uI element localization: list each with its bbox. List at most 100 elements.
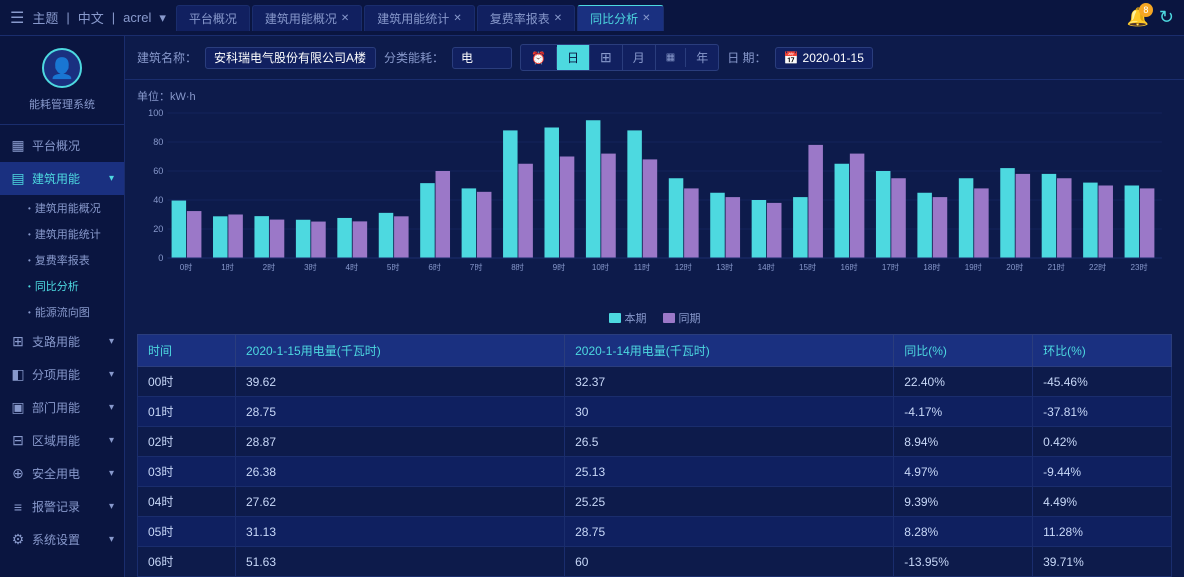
sidebar-item-区域用能[interactable]: ⊟区域用能▾	[0, 424, 124, 457]
table-cell-yoy: 8.94%	[894, 427, 1033, 457]
legend-current: 本期	[609, 310, 647, 326]
svg-text:1时: 1时	[221, 262, 234, 272]
sidebar-item-label: 区域用能	[32, 432, 80, 449]
table-cell-previous: 25.25	[565, 487, 894, 517]
svg-text:22时: 22时	[1089, 262, 1106, 272]
table-cell-mom: -45.46%	[1033, 367, 1172, 397]
nav-tab[interactable]: 建筑用能概况 ✕	[252, 5, 362, 31]
svg-text:8时: 8时	[511, 262, 524, 272]
sidebar-item-安全用电[interactable]: ⊕安全用电▾	[0, 457, 124, 490]
sidebar-item-支路用能[interactable]: ⊞支路用能▾	[0, 325, 124, 358]
sidebar-icon: ⚙	[10, 531, 26, 548]
tab-close-icon[interactable]: ✕	[453, 13, 461, 24]
sidebar-item-label: 支路用能	[32, 333, 80, 350]
category-label: 分类能耗：	[384, 49, 444, 66]
category-select[interactable]: 电	[452, 47, 512, 69]
sidebar-sub-item-同比分析[interactable]: 同比分析	[0, 273, 124, 299]
building-select[interactable]: 安科瑞电气股份有限公司A楼	[205, 47, 376, 69]
table-cell-yoy: -13.95%	[894, 547, 1033, 577]
nav-tab[interactable]: 复费率报表 ✕	[477, 5, 575, 31]
year-icon-btn[interactable]: ▦	[656, 48, 686, 67]
table-cell-mom: -37.81%	[1033, 397, 1172, 427]
sidebar-sub-item-复费率报表[interactable]: 复费率报表	[0, 247, 124, 273]
svg-text:11时: 11时	[634, 262, 651, 272]
table-row: 04时27.6225.259.39%4.49%	[138, 487, 1172, 517]
svg-text:5时: 5时	[387, 262, 400, 272]
expand-icon: ▾	[109, 501, 114, 512]
table-header-cell: 时间	[138, 335, 236, 367]
week-btn[interactable]: ⊞	[590, 45, 623, 70]
expand-icon: ▾	[109, 369, 114, 380]
date-picker[interactable]: 📅 2020-01-15	[775, 47, 873, 69]
tab-close-icon[interactable]: ✕	[642, 13, 650, 24]
sidebar-item-系统设置[interactable]: ⚙系统设置▾	[0, 523, 124, 556]
notification-badge[interactable]: 🔔 8	[1126, 7, 1148, 28]
day-btn[interactable]: 日	[557, 45, 590, 70]
nav-tab-label: 复费率报表	[490, 10, 550, 27]
tab-close-icon[interactable]: ✕	[554, 13, 562, 24]
svg-text:40: 40	[153, 195, 163, 205]
lang-label[interactable]: 中文	[78, 8, 104, 27]
nav-tab-label: 同比分析	[590, 10, 638, 27]
year-btn[interactable]: 年	[686, 45, 718, 70]
table-cell-current: 28.87	[235, 427, 564, 457]
svg-text:6时: 6时	[428, 262, 441, 272]
svg-text:3时: 3时	[304, 262, 317, 272]
month-btn[interactable]: 月	[623, 45, 656, 70]
table-header-cell: 同比(%)	[894, 335, 1033, 367]
sidebar-item-建筑用能[interactable]: ▤建筑用能▾	[0, 162, 124, 195]
svg-text:21时: 21时	[1048, 262, 1065, 272]
table-cell-time: 02时	[138, 427, 236, 457]
refresh-icon[interactable]: ↻	[1159, 7, 1174, 28]
nav-tab[interactable]: 平台概况	[176, 5, 250, 31]
table-cell-current: 28.75	[235, 397, 564, 427]
table-cell-mom: 0.42%	[1033, 427, 1172, 457]
user-dropdown-icon[interactable]: ▾	[159, 10, 166, 26]
svg-text:19时: 19时	[965, 262, 982, 272]
table-cell-current: 31.13	[235, 517, 564, 547]
table-cell-mom: 11.28%	[1033, 517, 1172, 547]
nav-tabs: 平台概况建筑用能概况✕建筑用能统计✕复费率报表✕同比分析✕	[176, 5, 1127, 31]
sidebar-item-label: 建筑用能	[32, 170, 80, 187]
main-content: 建筑名称： 安科瑞电气股份有限公司A楼 分类能耗： 电 ⏰ 日 ⊞ 月 ▦ 年 …	[125, 36, 1184, 577]
table-row: 00时39.6232.3722.40%-45.46%	[138, 367, 1172, 397]
table-cell-current: 39.62	[235, 367, 564, 397]
svg-text:15时: 15时	[799, 262, 816, 272]
nav-tab-label: 平台概况	[189, 10, 237, 27]
table-header-cell: 环比(%)	[1033, 335, 1172, 367]
svg-text:16时: 16时	[840, 262, 857, 272]
table-cell-time: 06时	[138, 547, 236, 577]
sidebar-sub-item-建筑用能统计[interactable]: 建筑用能统计	[0, 221, 124, 247]
svg-text:0: 0	[158, 253, 163, 263]
sidebar-icon: ▤	[10, 170, 26, 187]
sidebar-item-部门用能[interactable]: ▣部门用能▾	[0, 391, 124, 424]
clock-btn[interactable]: ⏰	[521, 47, 557, 69]
tab-close-icon[interactable]: ✕	[341, 13, 349, 24]
expand-icon: ▾	[109, 435, 114, 446]
calendar-icon: 📅	[784, 51, 799, 65]
hamburger-icon[interactable]: ☰	[10, 8, 24, 28]
table-cell-mom: 39.71%	[1033, 547, 1172, 577]
sidebar-sub-item-建筑用能概况[interactable]: 建筑用能概况	[0, 195, 124, 221]
building-label: 建筑名称：	[137, 49, 197, 66]
svg-text:80: 80	[153, 137, 163, 147]
table-row: 01时28.7530-4.17%-37.81%	[138, 397, 1172, 427]
sidebar-sub-item-能源流向图[interactable]: 能源流向图	[0, 299, 124, 325]
sidebar-item-分项用能[interactable]: ◧分项用能▾	[0, 358, 124, 391]
nav-tab[interactable]: 同比分析 ✕	[577, 5, 663, 31]
nav-tab[interactable]: 建筑用能统计✕	[364, 5, 474, 31]
svg-text:18时: 18时	[923, 262, 940, 272]
sidebar-item-平台概况[interactable]: ▦平台概况	[0, 129, 124, 162]
svg-text:23时: 23时	[1131, 262, 1148, 272]
sidebar-item-label: 系统设置	[32, 531, 80, 548]
toolbar: 建筑名称： 安科瑞电气股份有限公司A楼 分类能耗： 电 ⏰ 日 ⊞ 月 ▦ 年 …	[125, 36, 1184, 80]
nav-left: ☰ 主题 | 中文 | acrel ▾	[10, 8, 166, 28]
sidebar-icon: ▦	[10, 137, 26, 154]
sidebar-icon: ◧	[10, 366, 26, 383]
system-name: 能耗管理系统	[29, 96, 95, 112]
table-cell-current: 27.62	[235, 487, 564, 517]
svg-text:60: 60	[153, 166, 163, 176]
sidebar-item-报警记录[interactable]: ≡报警记录▾	[0, 490, 124, 523]
nav-tab-label: 建筑用能概况	[265, 10, 337, 27]
sidebar-item-label: 报警记录	[32, 498, 80, 515]
